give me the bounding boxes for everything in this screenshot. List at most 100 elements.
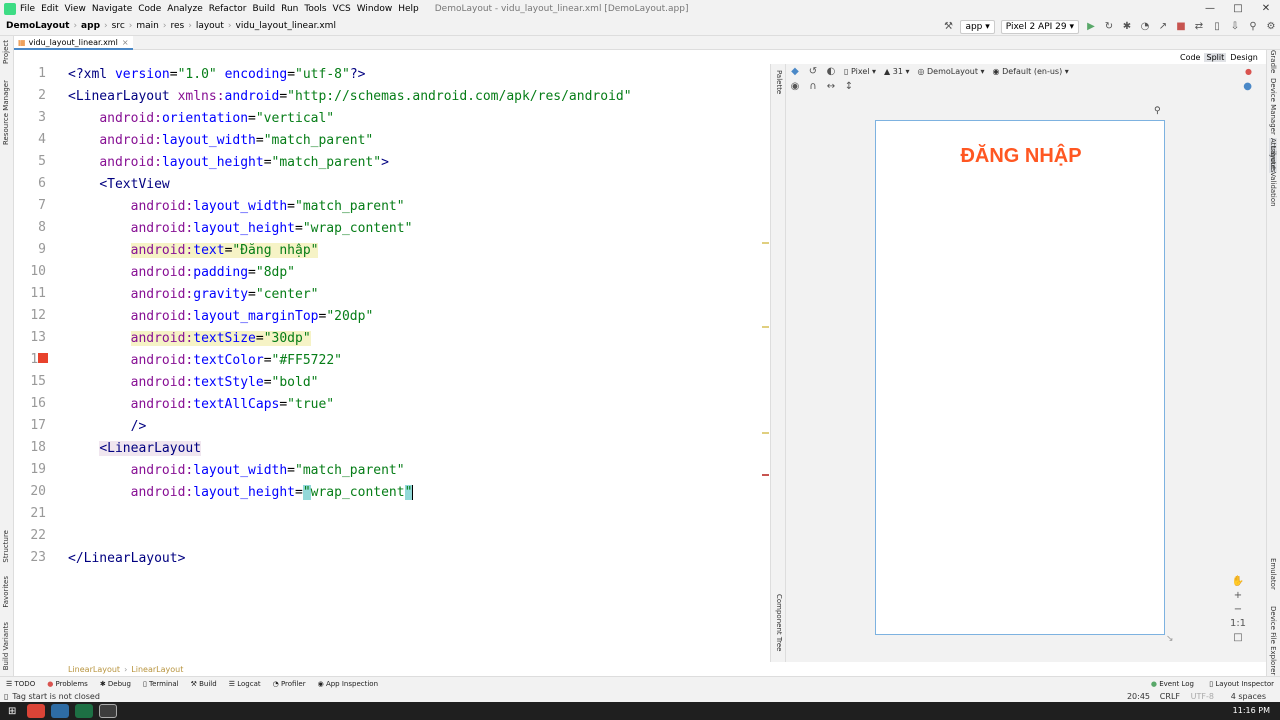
device-selector[interactable]: ▯ Pixel ▾ [844, 67, 876, 76]
caret-position[interactable]: 20:45 [1127, 692, 1150, 701]
crumb-main[interactable]: main [136, 21, 159, 31]
android-studio-taskbar-icon[interactable] [99, 704, 118, 718]
view-options-icon[interactable]: ◉ [789, 81, 801, 93]
hammer-icon[interactable]: ⚒ [942, 21, 954, 33]
pan-icon[interactable]: ✋ [1232, 575, 1244, 589]
night-mode-icon[interactable]: ◐ [825, 66, 837, 78]
stop-icon[interactable]: ■ [1175, 21, 1187, 33]
event-log-tool-button[interactable]: ● Event Log [1151, 680, 1194, 688]
indent-setting[interactable]: 4 spaces [1231, 692, 1266, 701]
info-icon[interactable]: ● [1243, 81, 1252, 92]
menu-file[interactable]: File [20, 4, 35, 14]
build-variants-tool-tab[interactable]: Build Variants [2, 622, 10, 670]
default-margins-icon[interactable]: ↔ [825, 81, 837, 93]
line-separator[interactable]: CRLF [1160, 692, 1180, 701]
crumb-src[interactable]: src [112, 21, 125, 31]
attach-debugger-icon[interactable]: ↗ [1157, 21, 1169, 33]
code-editor[interactable]: <?xml version="1.0" encoding="utf-8"?> <… [64, 64, 770, 662]
structure-tool-tab[interactable]: Structure [2, 530, 10, 563]
menu-help[interactable]: Help [398, 4, 419, 14]
preview-textview[interactable]: ĐĂNG NHẬP [876, 145, 1166, 168]
device-preview[interactable]: ĐĂNG NHẬP [875, 120, 1165, 635]
project-tool-tab[interactable]: Project [2, 40, 10, 64]
apply-changes-icon[interactable]: ↻ [1103, 21, 1115, 33]
debug-tool-button[interactable]: ✱ Debug [100, 680, 131, 688]
tab-close-icon[interactable]: × [122, 38, 129, 47]
device-manager-tool-tab[interactable]: Device Manager [1269, 78, 1277, 135]
crumb-module[interactable]: app [81, 21, 100, 31]
settings-icon[interactable]: ⚙ [1265, 21, 1277, 33]
file-encoding[interactable]: UTF-8 [1191, 692, 1214, 701]
problems-tool-button[interactable]: ● Problems [47, 680, 88, 688]
menu-window[interactable]: Window [357, 4, 393, 14]
debug-icon[interactable]: ✱ [1121, 21, 1133, 33]
magnet-icon[interactable]: ∩ [807, 81, 819, 93]
crumb-file[interactable]: vidu_layout_linear.xml [236, 21, 336, 31]
design-mode-button[interactable]: Design [1230, 53, 1258, 62]
orientation-icon[interactable]: ↺ [807, 66, 819, 78]
device-file-explorer-tool-tab[interactable]: Device File Explorer [1269, 606, 1277, 675]
app-inspection-tool-button[interactable]: ◉ App Inspection [318, 680, 378, 688]
zoom-out-icon[interactable]: − [1234, 603, 1242, 617]
menu-run[interactable]: Run [281, 4, 298, 14]
menu-build[interactable]: Build [253, 4, 276, 14]
crumb-res[interactable]: res [170, 21, 184, 31]
layout-validation-tool-tab[interactable]: Layout Validation [1269, 146, 1277, 207]
color-swatch-icon[interactable] [38, 353, 48, 363]
zoom-in-icon[interactable]: + [1234, 589, 1242, 603]
theme-selector[interactable]: ◎ DemoLayout ▾ [917, 67, 984, 76]
palette-tab[interactable]: Palette [775, 70, 783, 94]
device-dropdown[interactable]: Pixel 2 API 29 ▾ [1000, 19, 1079, 34]
favorites-tool-tab[interactable]: Favorites [2, 576, 10, 608]
todo-tool-button[interactable]: ☰ TODO [6, 680, 35, 688]
minimize-icon[interactable]: — [1196, 0, 1224, 17]
api-selector[interactable]: ▲ 31 ▾ [884, 67, 909, 76]
terminal-tool-button[interactable]: ▯ Terminal [143, 680, 179, 688]
layout-inspector-tool-button[interactable]: ▯ Layout Inspector [1209, 680, 1274, 688]
menu-analyze[interactable]: Analyze [167, 4, 202, 14]
sync-icon[interactable]: ⇄ [1193, 21, 1205, 33]
chrome-icon[interactable] [27, 704, 46, 718]
layers-icon[interactable]: ◆ [789, 66, 801, 78]
breadcrumb-item[interactable]: LinearLayout [131, 665, 183, 674]
pin-icon[interactable]: ⚲ [1154, 106, 1161, 116]
menu-code[interactable]: Code [138, 4, 161, 14]
editor-scrollbar[interactable] [762, 64, 770, 662]
gradle-tool-tab[interactable]: Gradle [1269, 50, 1277, 73]
zoom-fit-icon[interactable]: □ [1233, 631, 1242, 645]
menu-navigate[interactable]: Navigate [92, 4, 132, 14]
menu-tools[interactable]: Tools [304, 4, 326, 14]
profile-icon[interactable]: ◔ [1139, 21, 1151, 33]
close-icon[interactable]: ✕ [1252, 0, 1280, 17]
profiler-tool-button[interactable]: ◔ Profiler [273, 680, 306, 688]
resize-handle-icon[interactable]: ↘ [1166, 634, 1174, 644]
search-icon[interactable]: ⚲ [1247, 21, 1259, 33]
zoom-actual-icon[interactable]: 1:1 [1230, 617, 1246, 631]
code-mode-button[interactable]: Code [1180, 53, 1200, 62]
crumb-layout[interactable]: layout [196, 21, 224, 31]
error-icon[interactable]: ● [1245, 67, 1252, 76]
logcat-tool-button[interactable]: ☰ Logcat [229, 680, 261, 688]
maximize-icon[interactable]: □ [1224, 0, 1252, 17]
menu-refactor[interactable]: Refactor [209, 4, 247, 14]
windows-start-icon[interactable]: ⊞ [8, 706, 16, 717]
component-tree-tab[interactable]: Component Tree [775, 594, 783, 651]
guidelines-icon[interactable]: ↕ [843, 81, 855, 93]
split-mode-button[interactable]: Split [1204, 52, 1227, 62]
crumb-project[interactable]: DemoLayout [6, 21, 69, 31]
run-config-dropdown[interactable]: app ▾ [960, 19, 995, 34]
taskbar-app-icon[interactable] [51, 704, 70, 718]
sdk-manager-icon[interactable]: ⇩ [1229, 21, 1241, 33]
menu-view[interactable]: View [65, 4, 86, 14]
resource-manager-tool-tab[interactable]: Resource Manager [2, 80, 10, 145]
excel-icon[interactable] [75, 704, 94, 718]
build-tool-button[interactable]: ⚒ Build [191, 680, 217, 688]
menu-edit[interactable]: Edit [41, 4, 58, 14]
menu-vcs[interactable]: VCS [333, 4, 351, 14]
breadcrumb-item[interactable]: LinearLayout [68, 665, 120, 674]
run-icon[interactable]: ▶ [1085, 21, 1097, 33]
avd-manager-icon[interactable]: ▯ [1211, 21, 1223, 33]
locale-selector[interactable]: ◉ Default (en-us) ▾ [993, 67, 1069, 76]
tab-vidu-layout-linear[interactable]: ▦ vidu_layout_linear.xml × [14, 36, 133, 50]
emulator-tool-tab[interactable]: Emulator [1269, 558, 1277, 590]
